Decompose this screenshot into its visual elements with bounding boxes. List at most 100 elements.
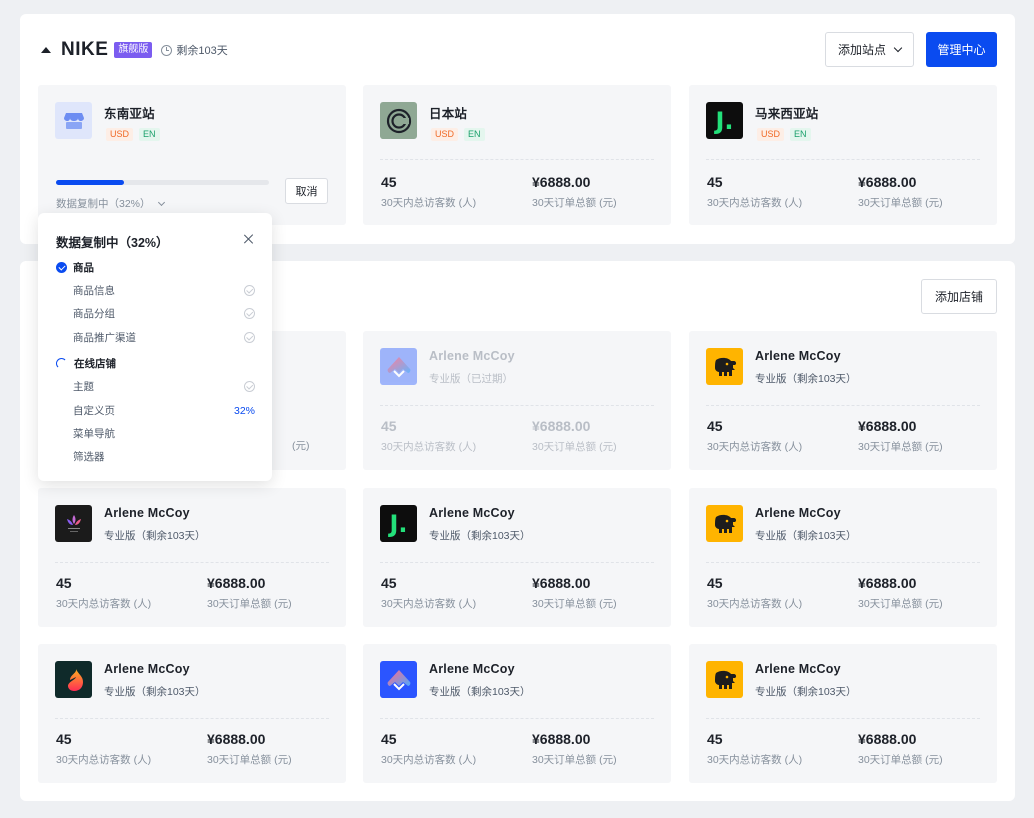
store-card[interactable]: Arlene McCoy 专业版（剩余103天） 45 30天内总访客数 (人) ¥68… <box>363 644 671 783</box>
language-tag: EN <box>790 128 811 141</box>
group-online-store: 在线店铺 <box>56 356 116 371</box>
store-card[interactable]: Arlene McCoy 专业版（剩余103天） 45 30天内总访客数 (人) ¥68… <box>689 644 997 783</box>
store-plan: 专业版（剩余103天） <box>104 530 206 542</box>
divider <box>55 562 329 563</box>
order-amount: ¥6888.00 <box>532 575 591 591</box>
chevron-down-icon <box>157 198 165 206</box>
copy-progress-popover: 数据复制中（32%） 商品 商品信息 商品分组 商品推广渠道 在线店铺 主题 自… <box>38 213 272 481</box>
store-plan: 专业版（剩余103天） <box>429 530 531 542</box>
visitor-count: 45 <box>381 418 397 434</box>
visitor-label: 30天内总访客数 (人) <box>56 754 152 766</box>
visitor-count: 45 <box>381 575 397 591</box>
site-card[interactable]: 日本站 USD EN 45 30天内总访客数 (人) ¥6888.00 30天订… <box>363 85 671 225</box>
task-label: 主题 <box>73 381 94 393</box>
store-plan: 专业版（已过期） <box>429 373 513 385</box>
copy-progress-toggle[interactable]: 数据复制中（32%） <box>56 196 165 211</box>
store-plan: 专业版（剩余103天） <box>755 530 857 542</box>
store-card[interactable]: J. Arlene McCoy 专业版（剩余103天） 45 30天内总访客数 (人) ¥… <box>363 488 671 627</box>
shop-icon <box>55 102 92 139</box>
circle-c-logo <box>380 102 417 139</box>
store-plan: 专业版（剩余103天） <box>104 686 206 698</box>
brand-name: NIKE <box>61 39 109 60</box>
visitor-label: 30天内总访客数 (人) <box>707 598 803 610</box>
order-label: 30天订单总额 (元) <box>532 441 617 453</box>
flame-logo <box>55 661 92 698</box>
task-row: 筛选器 <box>73 449 255 464</box>
group-products: 商品 <box>56 260 94 275</box>
divider <box>706 159 980 160</box>
visitor-count: 45 <box>707 418 723 434</box>
order-amount: ¥6888.00 <box>207 575 266 591</box>
visitor-label: 30天内总访客数 (人) <box>381 754 477 766</box>
order-label: 30天订单总额 (元) <box>207 598 292 610</box>
cancel-button[interactable]: 取消 <box>285 178 328 204</box>
clock-icon <box>161 44 173 56</box>
visitor-count: 45 <box>381 174 397 190</box>
order-label: (元) <box>292 440 310 452</box>
task-label: 菜单导航 <box>73 428 115 440</box>
divider <box>706 562 980 563</box>
chevron-down-icon <box>893 43 903 52</box>
visitor-count: 45 <box>707 731 723 747</box>
order-label: 30天订单总额 (元) <box>532 598 617 610</box>
check-done-icon <box>244 332 255 343</box>
copy-progress-bar <box>56 180 269 185</box>
lotus-logo <box>55 505 92 542</box>
site-card[interactable]: J. 马来西亚站 USD EN 45 30天内总访客数 (人) ¥6888.00… <box>689 85 997 225</box>
divider <box>380 405 654 406</box>
language-tag: EN <box>464 128 485 141</box>
currency-tag: USD <box>757 128 785 141</box>
add-site-button[interactable]: 添加站点 <box>825 32 914 67</box>
close-icon[interactable] <box>243 233 255 245</box>
collapse-caret-icon[interactable] <box>41 47 51 53</box>
order-label: 30天订单总额 (元) <box>858 197 943 209</box>
visitor-label: 30天内总访客数 (人) <box>381 197 477 209</box>
task-label: 自定义页 <box>73 405 115 417</box>
store-card[interactable]: Arlene McCoy 专业版（剩余103天） 45 30天内总访客数 (人) ¥68… <box>38 488 346 627</box>
currency-tag: USD <box>431 128 459 141</box>
task-row: 商品推广渠道 <box>73 330 255 345</box>
store-name: Arlene McCoy <box>429 349 515 363</box>
group-label: 商品 <box>73 262 94 274</box>
store-card[interactable]: Arlene McCoy 专业版（剩余103天） 45 30天内总访客数 (人) ¥68… <box>38 644 346 783</box>
order-amount: ¥6888.00 <box>532 418 591 434</box>
store-name: Arlene McCoy <box>429 506 515 520</box>
site-name: 日本站 <box>429 107 468 121</box>
store-card[interactable]: Arlene McCoy 专业版（已过期） 45 30天内总访客数 (人) ¥6888.… <box>363 331 671 470</box>
currency-tag: USD <box>106 128 134 141</box>
visitor-label: 30天内总访客数 (人) <box>707 197 803 209</box>
store-card[interactable]: Arlene McCoy 专业版（剩余103天） 45 30天内总访客数 (人) ¥68… <box>689 331 997 470</box>
task-row: 自定义页 32% <box>73 403 255 418</box>
plan-badge: 旗舰版 <box>114 42 153 58</box>
copy-progress-label: 数据复制中（32%） <box>56 198 151 210</box>
order-label: 30天订单总额 (元) <box>858 441 943 453</box>
house-logo <box>380 661 417 698</box>
store-name: Arlene McCoy <box>104 506 190 520</box>
add-site-label: 添加站点 <box>837 43 886 57</box>
copy-progress-fill <box>56 180 125 185</box>
check-done-icon <box>244 308 255 319</box>
order-label: 30天订单总额 (元) <box>532 197 617 209</box>
add-store-button[interactable]: 添加店铺 <box>921 279 997 314</box>
task-row: 菜单导航 <box>73 426 255 441</box>
elephant-logo <box>706 348 743 385</box>
visitor-label: 30天内总访客数 (人) <box>381 441 477 453</box>
visitor-label: 30天内总访客数 (人) <box>707 441 803 453</box>
site-card[interactable]: 东南亚站 USD EN 数据复制中（32%） 取消 <box>38 85 346 225</box>
manage-center-button[interactable]: 管理中心 <box>926 32 997 67</box>
popover-title: 数据复制中（32%） <box>56 236 169 250</box>
task-row: 主题 <box>73 379 255 394</box>
order-label: 30天订单总额 (元) <box>207 754 292 766</box>
visitor-label: 30天内总访客数 (人) <box>381 598 477 610</box>
loading-spinner-icon <box>56 358 67 369</box>
store-card[interactable]: Arlene McCoy 专业版（剩余103天） 45 30天内总访客数 (人) ¥68… <box>689 488 997 627</box>
store-name: Arlene McCoy <box>755 349 841 363</box>
visitor-label: 30天内总访客数 (人) <box>56 598 152 610</box>
j-logo: J. <box>380 505 417 542</box>
task-label: 商品信息 <box>73 285 115 297</box>
check-circle-icon <box>56 262 67 273</box>
store-name: Arlene McCoy <box>755 506 841 520</box>
elephant-logo <box>706 505 743 542</box>
check-done-icon <box>244 381 255 392</box>
order-amount: ¥6888.00 <box>858 575 917 591</box>
